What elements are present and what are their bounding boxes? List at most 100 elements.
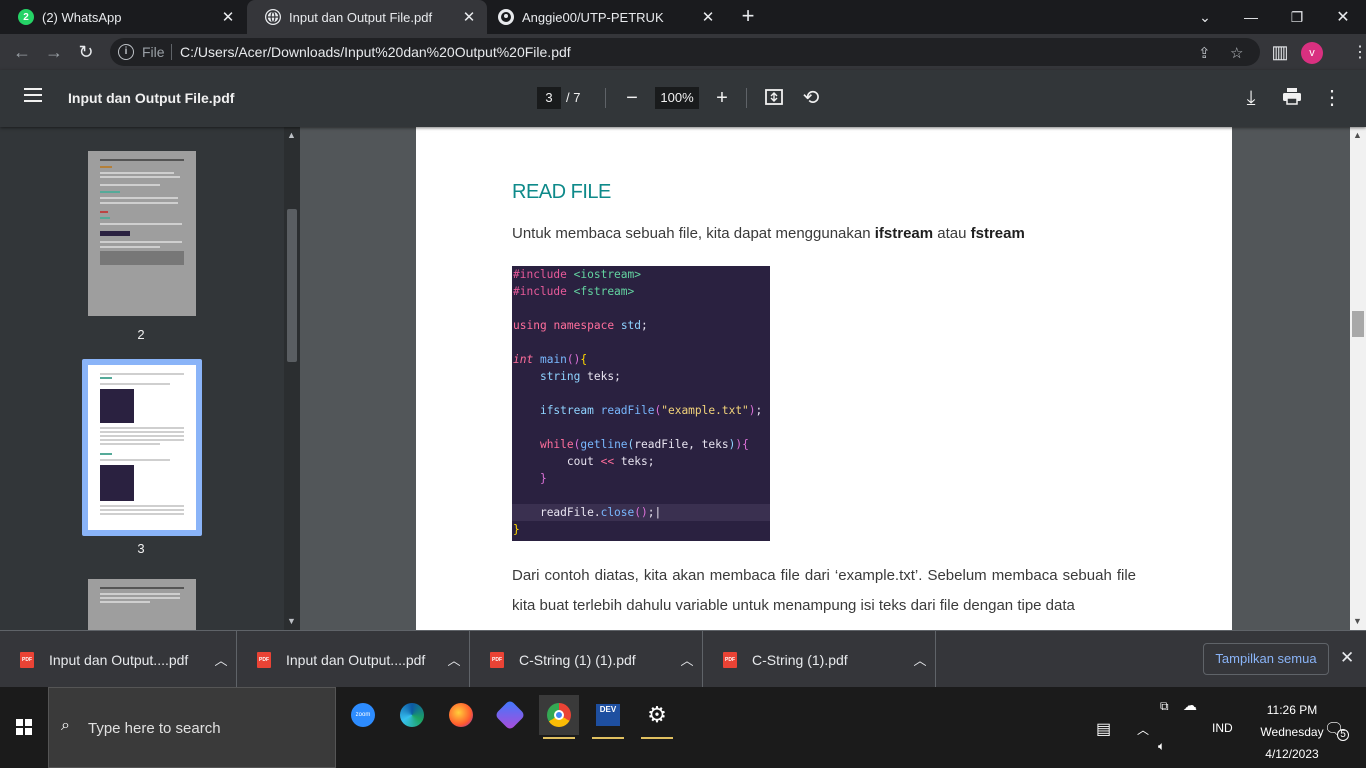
close-icon[interactable]: ✕ [1340, 648, 1354, 668]
search-placeholder: Type here to search [88, 720, 221, 737]
forward-button[interactable]: → [42, 40, 66, 64]
tab-github[interactable]: Anggie00/UTP-PETRUK ✕ [480, 0, 726, 34]
copilot-icon[interactable] [490, 695, 530, 735]
address-bar[interactable]: i File C:/Users/Acer/Downloads/Input%20d… [110, 38, 1260, 66]
language-indicator[interactable]: IND [1212, 721, 1233, 735]
settings-gear-icon[interactable]: ⚙ [637, 695, 677, 739]
devcpp-icon[interactable]: DEV [588, 695, 628, 739]
screen: 2 (2) WhatsApp ✕ Input dan Output File.p… [0, 0, 1366, 768]
intro-text: Untuk membaca sebuah file, kita dapat me… [512, 225, 1025, 242]
firefox-icon[interactable] [441, 695, 481, 735]
thumbnail-page-3[interactable] [88, 365, 196, 530]
more-options-icon[interactable]: ⋮ [1321, 87, 1343, 109]
bookmark-star-icon[interactable]: ☆ [1230, 44, 1243, 62]
new-tab-button[interactable]: + [737, 5, 759, 29]
scrollbar-thumb[interactable] [1352, 311, 1364, 337]
thumbnail-page-2[interactable] [88, 151, 196, 316]
download-item[interactable]: PDF C-String (1).pdf ︿ [703, 631, 936, 688]
url-text[interactable]: C:/Users/Acer/Downloads/Input%20dan%20Ou… [180, 44, 571, 60]
github-icon [498, 9, 514, 25]
taskbar: ⌕ Type here to search zoom DEV ⚙ ⧉ ☁ ▤ ︿… [0, 687, 1366, 768]
zoom-input[interactable]: 100% [655, 87, 699, 109]
search-icon: ⌕ [61, 717, 70, 734]
thumbnail-sidebar: 2 3 [0, 127, 300, 630]
page-total: / 7 [566, 90, 581, 105]
show-all-button[interactable]: Tampilkan semua [1203, 643, 1329, 675]
zoom-out-icon[interactable]: − [621, 87, 643, 109]
share-icon[interactable]: ⇪ [1198, 44, 1211, 62]
volume-icon[interactable]: 🔈︎ [1158, 739, 1165, 754]
scroll-down-icon[interactable]: ▼ [287, 616, 296, 626]
downloads-bar: PDF Input dan Output....pdf ︿ PDF Input … [0, 630, 1366, 688]
chevron-up-icon[interactable]: ︿ [905, 650, 935, 669]
download-item[interactable]: PDF Input dan Output....pdf ︿ [0, 631, 237, 688]
pdf-file-icon: PDF [20, 651, 34, 668]
chevron-up-icon[interactable]: ︿ [439, 650, 469, 669]
reload-button[interactable]: ↻ [74, 40, 98, 64]
download-item[interactable]: PDF C-String (1) (1).pdf ︿ [470, 631, 703, 688]
chevron-up-icon[interactable]: ︿ [672, 650, 702, 669]
pdf-file-icon: PDF [257, 651, 271, 668]
restore-button[interactable]: ❐ [1274, 0, 1320, 34]
chrome-icon[interactable] [539, 695, 579, 739]
tab-title: Anggie00/UTP-PETRUK [522, 9, 664, 25]
viewer-scrollbar[interactable]: ▲ ▼ [1350, 127, 1366, 630]
browser-toolbar: ← → ↻ i File C:/Users/Acer/Downloads/Inp… [0, 34, 1366, 70]
zoom-app-icon[interactable]: zoom [343, 695, 383, 735]
onedrive-icon[interactable]: ☁ [1183, 697, 1197, 714]
taskbar-search[interactable]: ⌕ Type here to search [48, 687, 336, 768]
print-icon[interactable] [1281, 87, 1303, 110]
close-icon[interactable]: ✕ [218, 8, 238, 26]
close-icon[interactable]: ✕ [698, 8, 718, 26]
globe-icon [265, 9, 281, 25]
tab-strip: 2 (2) WhatsApp ✕ Input dan Output File.p… [0, 0, 1366, 34]
scrollbar-thumb[interactable] [287, 209, 297, 362]
scroll-up-icon[interactable]: ▲ [1353, 130, 1362, 140]
chevron-up-icon[interactable]: ︿ [206, 650, 236, 669]
rotate-icon[interactable]: ⟲ [800, 87, 822, 109]
back-button[interactable]: ← [10, 40, 34, 64]
scroll-up-icon[interactable]: ▲ [287, 130, 296, 140]
divider [746, 88, 747, 108]
download-icon[interactable]: ⤓ [1240, 87, 1262, 109]
download-name: C-String (1) (1).pdf [519, 651, 636, 668]
browser-menu-icon[interactable]: ⋮ [1352, 42, 1366, 62]
close-icon[interactable]: ✕ [459, 8, 479, 26]
url-scheme: File [142, 44, 165, 60]
download-name: Input dan Output....pdf [49, 651, 189, 668]
download-name: Input dan Output....pdf [286, 651, 426, 668]
download-name: C-String (1).pdf [752, 651, 848, 668]
side-panel-icon[interactable]: ▥ [1268, 40, 1292, 64]
edge-icon[interactable] [392, 695, 432, 735]
thumbnail-page-4[interactable] [88, 579, 196, 630]
news-widget-icon[interactable]: ▤ [1096, 719, 1111, 739]
pdf-file-icon: PDF [723, 651, 737, 668]
download-item[interactable]: PDF Input dan Output....pdf ︿ [237, 631, 470, 688]
minimize-button[interactable]: — [1228, 0, 1274, 34]
tab-search-icon[interactable]: ⌄ [1182, 0, 1228, 34]
close-window-button[interactable]: ✕ [1320, 0, 1366, 34]
whatsapp-icon: 2 [18, 9, 34, 25]
meet-now-icon[interactable]: ⧉ [1160, 699, 1169, 714]
page-number-input[interactable]: 3 [537, 87, 561, 109]
avatar[interactable]: v [1301, 42, 1323, 64]
chevron-up-icon[interactable]: ︿ [1137, 721, 1149, 738]
menu-icon[interactable] [24, 88, 42, 102]
body-paragraph: Dari contoh diatas, kita akan membaca fi… [512, 567, 1136, 614]
info-icon[interactable]: i [118, 44, 134, 60]
code-snippet-image: #include <iostream> #include <fstream> u… [512, 266, 770, 541]
fit-page-icon[interactable] [763, 87, 785, 112]
pdf-page: READ FILE Untuk membaca sebuah file, kit… [416, 127, 1232, 630]
notification-count-badge: 5 [1337, 729, 1349, 741]
pdf-viewer[interactable]: READ FILE Untuk membaca sebuah file, kit… [300, 127, 1350, 630]
sidebar-scrollbar[interactable]: ▲ ▼ [284, 127, 300, 630]
pdf-file-icon: PDF [490, 651, 504, 668]
tab-pdf[interactable]: Input dan Output File.pdf ✕ [247, 0, 487, 34]
tab-whatsapp[interactable]: 2 (2) WhatsApp ✕ [0, 0, 246, 34]
tab-title: (2) WhatsApp [42, 9, 122, 25]
section-heading: READ FILE [512, 181, 611, 203]
windows-start-icon[interactable] [16, 719, 32, 735]
zoom-in-icon[interactable]: + [711, 87, 733, 109]
scroll-down-icon[interactable]: ▼ [1353, 616, 1362, 626]
thumbnail-label: 3 [137, 541, 145, 556]
